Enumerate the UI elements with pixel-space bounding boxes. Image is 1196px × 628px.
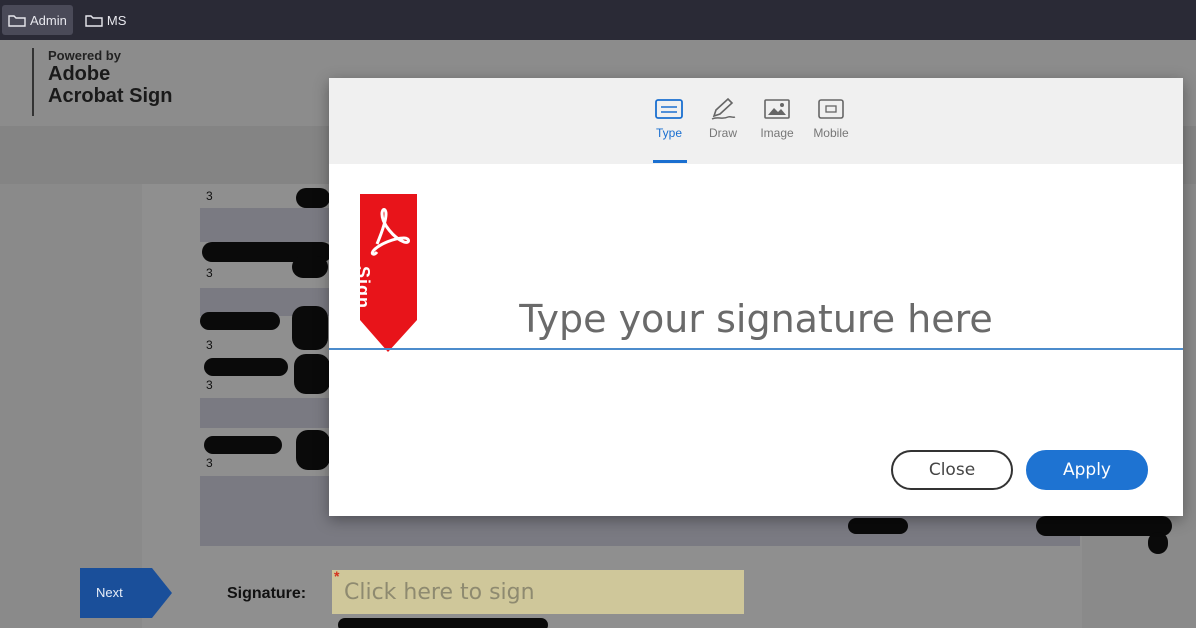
- redaction-mark: [204, 436, 282, 454]
- required-marker: *: [334, 568, 340, 584]
- brand-name-line1: Adobe: [48, 63, 111, 85]
- folder-icon: [85, 14, 103, 27]
- tab-type[interactable]: Type: [651, 96, 687, 140]
- redaction-mark: [296, 430, 330, 470]
- image-icon: [764, 99, 790, 119]
- row-number: 3: [206, 266, 213, 280]
- row-number: 3: [206, 456, 213, 470]
- redaction-mark: [848, 518, 908, 534]
- row-number: 3: [206, 378, 213, 392]
- signature-label: Signature:: [227, 585, 307, 602]
- bookmark-admin[interactable]: Admin: [2, 5, 73, 35]
- tab-image[interactable]: Image: [759, 96, 795, 140]
- tab-label: Mobile: [813, 126, 849, 140]
- bookmark-ms[interactable]: MS: [79, 5, 133, 35]
- redaction-mark: [200, 312, 280, 330]
- tab-label: Image: [760, 126, 794, 140]
- bookmark-label: Admin: [30, 12, 67, 28]
- bookmark-label: MS: [106, 12, 127, 28]
- signature-dialog: Type Draw Image Mobile Sign Close Apply: [329, 78, 1183, 516]
- next-button[interactable]: [80, 568, 172, 618]
- close-button[interactable]: Close: [891, 450, 1013, 490]
- brand-name-line2: Acrobat Sign: [48, 85, 173, 107]
- row-number: 3: [206, 338, 213, 352]
- signature-method-tabs: Type Draw Image Mobile: [651, 96, 849, 140]
- redaction-mark: [296, 188, 330, 208]
- powered-by-text: Powered by: [48, 48, 121, 63]
- redaction-mark: [1148, 532, 1168, 554]
- pen-icon: [711, 97, 736, 120]
- brand-logo: Powered by Adobe Acrobat Sign: [32, 48, 172, 116]
- signature-field[interactable]: Click here to sign: [332, 570, 744, 614]
- active-tab-indicator: [653, 160, 687, 163]
- apply-button[interactable]: Apply: [1026, 450, 1148, 490]
- tab-draw[interactable]: Draw: [705, 96, 741, 140]
- redaction-mark: [292, 256, 328, 278]
- keyboard-icon: [655, 99, 683, 119]
- folder-icon: [8, 14, 26, 27]
- mobile-icon: [818, 99, 844, 119]
- tab-label: Draw: [708, 126, 737, 140]
- next-label: Next: [96, 585, 123, 600]
- redaction-mark: [338, 618, 548, 628]
- redaction-mark: [294, 354, 330, 394]
- signature-input[interactable]: [329, 290, 1183, 350]
- tab-mobile[interactable]: Mobile: [813, 96, 849, 140]
- redaction-mark: [292, 306, 328, 350]
- bookmarks-bar: Admin MS: [0, 0, 1196, 40]
- row-number: 3: [206, 189, 213, 203]
- tab-label: Type: [655, 126, 682, 140]
- redaction-mark: [204, 358, 288, 376]
